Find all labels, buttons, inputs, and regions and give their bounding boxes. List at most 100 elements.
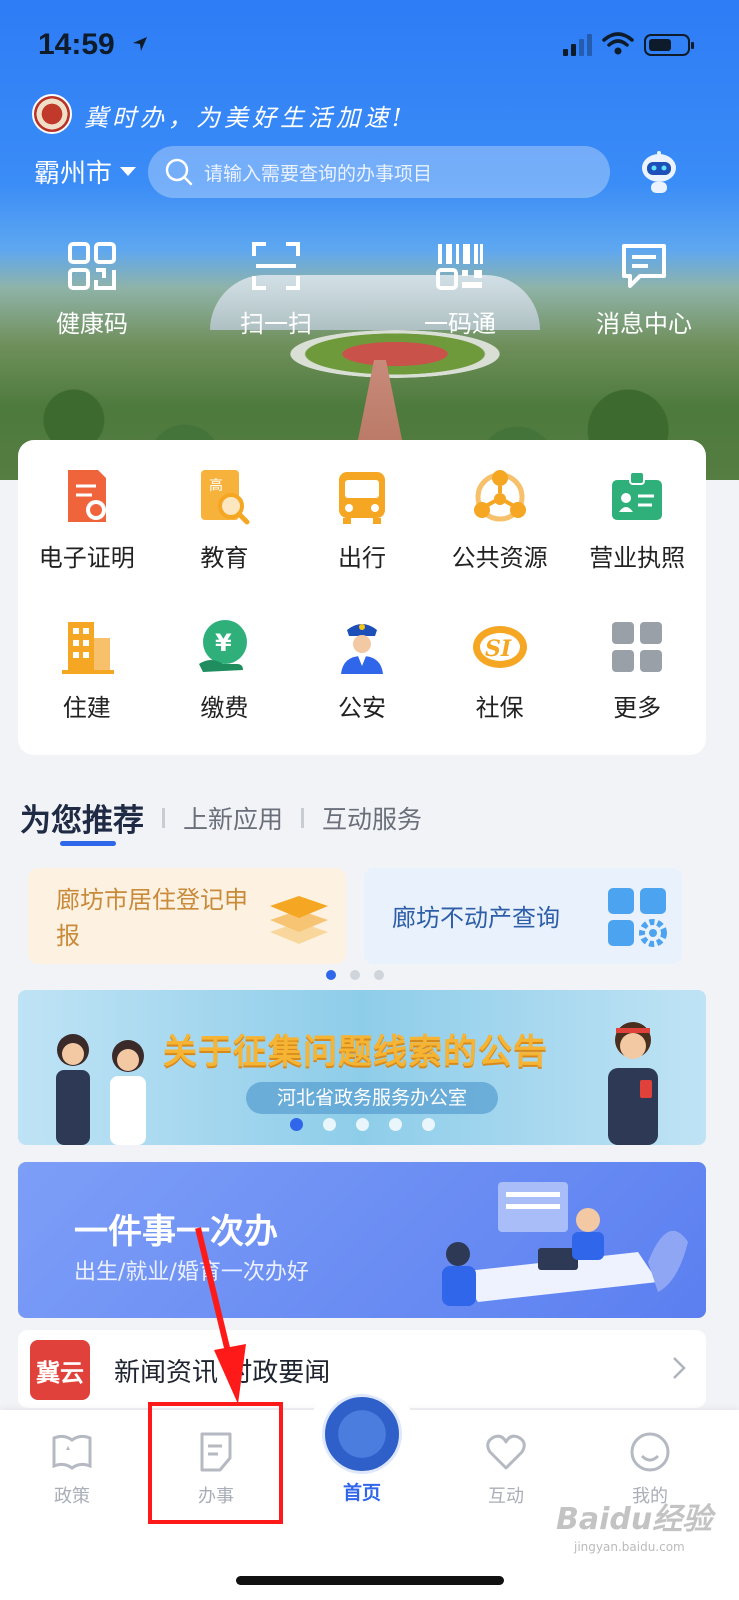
baidu-watermark: Baidu经验 — [556, 1502, 713, 1537]
service-e-certificate[interactable]: 电子证明 — [18, 440, 156, 590]
service-label: 住建 — [62, 694, 111, 722]
promo-subtitle: 出生/就业/婚育一次办好 — [74, 1260, 309, 1285]
barcode-icon — [436, 244, 483, 290]
quick-label: 扫一扫 — [240, 310, 312, 338]
tab-interactive-services[interactable]: 互动服务 — [322, 800, 422, 836]
recommend-card-property-query[interactable]: 廊坊不动产查询 — [364, 868, 682, 964]
tabbar-policy[interactable]: 政策 — [22, 1430, 122, 1508]
promo-title: 一件事一次办 — [74, 1212, 278, 1252]
service-police[interactable]: 公安 — [293, 590, 431, 740]
message-icon — [622, 244, 666, 288]
status-time: 14:59 — [38, 28, 115, 61]
services-grid: 电子证明 高 教育 出行 公共资源 营业执照 住建 ¥ 缴费 公安 SI 社保 … — [18, 440, 706, 740]
service-label: 更多 — [613, 694, 662, 722]
tabbar-home-label: 首页 — [342, 1482, 381, 1504]
annotation-highlight-box — [148, 1402, 283, 1524]
recommend-card-residence-registration[interactable]: 廊坊市居住登记申报 — [28, 868, 346, 964]
quick-label: 一码通 — [424, 310, 496, 338]
chevron-down-icon — [120, 167, 137, 176]
service-label: 公安 — [337, 694, 386, 722]
service-housing[interactable]: 住建 — [18, 590, 156, 740]
services-card: 电子证明 高 教育 出行 公共资源 营业执照 住建 ¥ 缴费 公安 SI 社保 … — [18, 440, 706, 755]
search-input[interactable]: 请输入需要查询的办事项目 — [148, 146, 610, 198]
service-business-license[interactable]: 营业执照 — [568, 440, 706, 590]
service-travel[interactable]: 出行 — [293, 440, 431, 590]
building-icon — [61, 622, 114, 674]
battery-icon — [644, 34, 694, 56]
quick-message-center[interactable]: 消息中心 — [552, 240, 736, 339]
quick-label: 消息中心 — [596, 310, 692, 338]
recommend-label: 廊坊市居住登记申报 — [56, 886, 248, 950]
status-bar: 14:59 — [0, 0, 739, 90]
tabbar-label: 政策 — [54, 1486, 90, 1507]
quick-scan[interactable]: 扫一扫 — [184, 240, 368, 339]
service-desk-illustration — [442, 1182, 688, 1306]
apps-gear-icon — [608, 888, 667, 947]
scan-icon — [252, 242, 300, 290]
banner-pagination — [290, 1118, 435, 1131]
quick-label: 健康码 — [56, 310, 128, 338]
city-label: 霸州市 — [34, 159, 113, 189]
tab-new-apps[interactable]: 上新应用 — [183, 800, 283, 836]
service-label: 教育 — [200, 544, 249, 572]
city-selector[interactable]: 霸州市 — [34, 153, 137, 190]
robot-assistant-icon[interactable] — [636, 150, 682, 196]
recommend-label: 廊坊不动产查询 — [392, 904, 560, 932]
service-payment[interactable]: ¥ 缴费 — [156, 590, 294, 740]
payment-icon: ¥ — [199, 620, 248, 672]
service-label: 出行 — [337, 544, 386, 572]
tab-recommended[interactable]: 为您推荐 — [20, 795, 144, 846]
home-indicator — [236, 1576, 504, 1585]
police-icon — [340, 624, 383, 674]
service-more[interactable]: 更多 — [568, 590, 706, 740]
heart-icon — [486, 1434, 526, 1470]
bus-icon — [338, 472, 385, 524]
people-illustration — [56, 1034, 146, 1145]
one-stop-service-card[interactable]: 一件事一次办 出生/就业/婚育一次办好 — [18, 1162, 706, 1318]
banner-subtitle: 河北省政务服务办公室 — [246, 1082, 498, 1114]
home-emblem-icon — [322, 1394, 402, 1474]
service-public-resources[interactable]: 公共资源 — [431, 440, 569, 590]
jiyun-logo: 冀云 — [30, 1340, 90, 1400]
search-icon — [165, 158, 193, 186]
education-icon: 高 — [201, 470, 250, 525]
quick-health-code[interactable]: 健康码 — [0, 240, 184, 339]
business-license-icon — [612, 471, 663, 520]
banner-title: 关于征集问题线索的公告 — [163, 1032, 548, 1072]
notice-banner[interactable]: 关于征集问题线索的公告 河北省政务服务办公室 — [18, 990, 706, 1145]
content-tabs: 为您推荐 上新应用 互动服务 — [20, 795, 422, 846]
layers-icon — [270, 896, 328, 944]
social-security-icon: SI — [472, 626, 527, 668]
svg-text:高: 高 — [209, 477, 223, 494]
news-title: 新闻资讯 时政要闻 — [114, 1358, 331, 1388]
tabbar-interact[interactable]: 互动 — [456, 1430, 556, 1508]
tabbar-label: 互动 — [488, 1486, 524, 1507]
service-label: 公共资源 — [451, 544, 548, 572]
tab-divider — [162, 807, 165, 828]
service-education[interactable]: 高 教育 — [156, 440, 294, 590]
certificate-icon — [67, 470, 106, 522]
service-label: 社保 — [475, 694, 524, 722]
service-label: 缴费 — [200, 694, 249, 722]
search-placeholder: 请输入需要查询的办事项目 — [204, 162, 433, 185]
tabbar-home-button[interactable] — [308, 1380, 416, 1488]
location-arrow-icon — [133, 37, 147, 51]
service-label: 营业执照 — [589, 544, 686, 572]
hebei-emblem-logo — [32, 94, 72, 134]
service-label: 电子证明 — [38, 544, 135, 572]
svg-text:SI: SI — [485, 636, 512, 662]
signal-icon — [563, 34, 592, 56]
person-illustration — [608, 1022, 658, 1145]
chevron-right-icon — [673, 1357, 686, 1379]
wifi-icon — [602, 32, 634, 55]
quick-one-code[interactable]: 一码通 — [368, 240, 552, 339]
policy-book-icon — [52, 1434, 92, 1470]
recommend-pagination — [326, 970, 384, 980]
more-grid-icon — [612, 622, 663, 672]
public-resource-icon — [473, 470, 526, 522]
svg-text:¥: ¥ — [215, 629, 232, 657]
service-social-security[interactable]: SI 社保 — [431, 590, 569, 740]
slogan: 冀时办，为美好生活加速! — [84, 104, 406, 132]
baidu-watermark-url: jingyan.baidu.com — [574, 1540, 685, 1554]
quick-actions: 健康码 扫一扫 一码通 消息中心 — [0, 240, 739, 339]
